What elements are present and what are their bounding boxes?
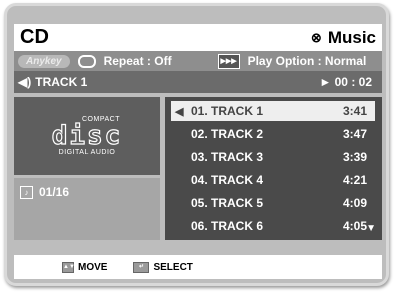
mode-indicator: ⊗ Music <box>311 28 382 48</box>
track-row-2[interactable]: 02. TRACK 2 3:47 <box>171 124 375 144</box>
play-option-status[interactable]: Play Option : Normal <box>248 54 367 68</box>
track-row-3[interactable]: 03. TRACK 3 3:39 <box>171 147 375 167</box>
page-title: CD <box>20 26 49 48</box>
move-hint: ▲▼ MOVE <box>62 261 108 273</box>
logo-disc-text: disc <box>51 121 123 151</box>
logo-digital-audio-text: DIGITAL AUDIO <box>58 149 116 156</box>
mode-label: Music <box>327 27 376 47</box>
track-name: 02. TRACK 2 <box>191 127 264 141</box>
enter-key-icon: ↵ <box>133 261 150 273</box>
select-label: SELECT <box>153 261 193 273</box>
x-circle-icon: ⊗ <box>310 29 322 45</box>
music-note-icon: ♪ <box>20 185 33 199</box>
options-bar: Anykey Repeat : Off ▶▶▶ Play Option : No… <box>14 51 382 71</box>
track-duration: 4:05 <box>342 219 367 233</box>
track-name: 01. TRACK 1 <box>191 104 264 118</box>
disc-logo-panel: COMPACT disc DIGITAL AUDIO <box>14 97 160 175</box>
track-duration: 4:09 <box>342 196 367 210</box>
track-counter: 01/16 <box>39 185 70 199</box>
track-row-4[interactable]: 04. TRACK 4 4:21 <box>171 170 375 190</box>
track-duration: 4:21 <box>342 173 367 187</box>
elapsed-time: ► 00 : 02 <box>319 75 372 89</box>
track-name: 03. TRACK 3 <box>191 150 264 164</box>
track-name: 04. TRACK 4 <box>191 173 264 187</box>
play-option-icon: ▶▶▶ <box>217 53 240 69</box>
anykey-button[interactable]: Anykey <box>18 54 70 68</box>
track-row-5[interactable]: 05. TRACK 5 4:09 <box>171 193 375 213</box>
track-row-6[interactable]: 06. TRACK 6 4:05 <box>171 216 375 236</box>
track-row-1[interactable]: ◀ 01. TRACK 1 3:41 <box>171 101 375 121</box>
track-counter-panel: ♪ 01/16 <box>14 178 160 240</box>
track-duration: 3:47 <box>342 127 367 141</box>
select-hint: ↵ SELECT <box>133 261 193 273</box>
footer-help: ▲▼ MOVE ↵ SELECT <box>14 255 382 279</box>
scroll-down-icon[interactable]: ▼ <box>366 223 376 234</box>
updown-key-icon: ▲▼ <box>62 261 75 273</box>
repeat-status[interactable]: Repeat : Off <box>104 54 172 68</box>
selection-arrow-icon: ◀ <box>175 105 184 118</box>
speaker-icon: ◀) <box>18 75 32 89</box>
track-name: 06. TRACK 6 <box>191 219 264 233</box>
current-track-label: TRACK 1 <box>35 75 88 89</box>
repeat-icon <box>77 54 96 68</box>
title-bar: CD ⊗ Music <box>14 24 382 51</box>
track-list: ◀ 01. TRACK 1 3:41 02. TRACK 2 3:47 03. … <box>165 97 382 240</box>
track-name: 05. TRACK 5 <box>191 196 264 210</box>
now-playing-bar: ◀) TRACK 1 ► 00 : 02 <box>14 71 382 93</box>
track-duration: 3:39 <box>342 150 367 164</box>
track-duration: 3:41 <box>342 104 367 118</box>
move-label: MOVE <box>78 261 108 273</box>
